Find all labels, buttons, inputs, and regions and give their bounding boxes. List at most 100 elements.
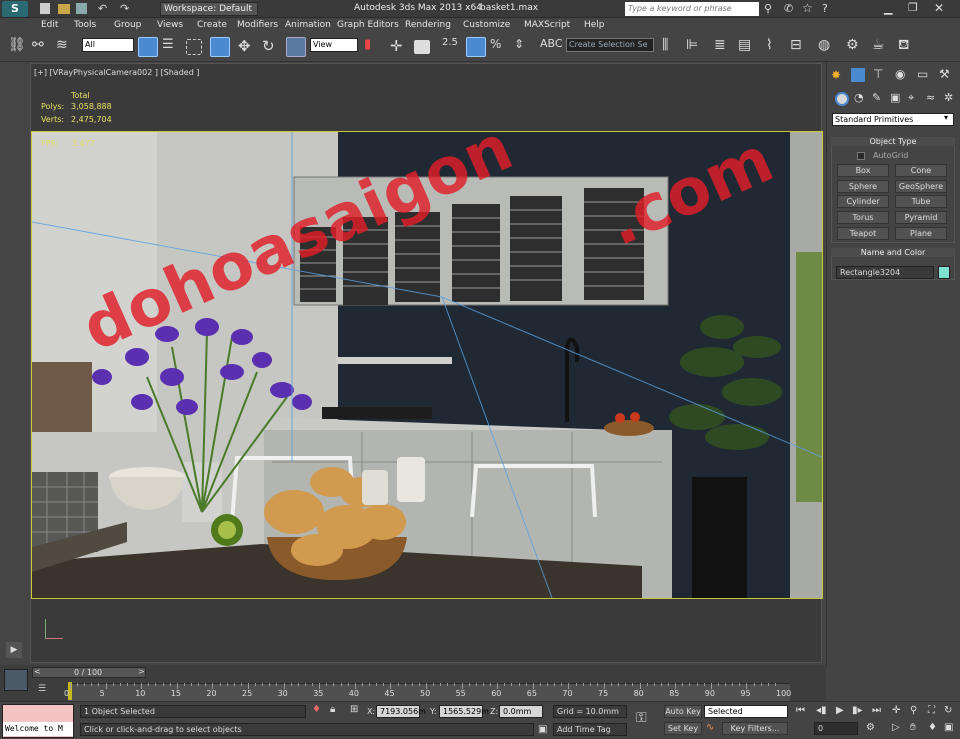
- geosphere-button[interactable]: GeoSphere: [895, 180, 947, 193]
- move-icon[interactable]: ✥: [238, 37, 258, 57]
- pyramid-button[interactable]: Pyramid: [895, 211, 947, 224]
- minimize-button[interactable]: ▁: [884, 2, 892, 15]
- select-object-icon[interactable]: [138, 37, 158, 57]
- play-expand-icon[interactable]: ▶: [6, 642, 22, 658]
- edit-named-selection-icon[interactable]: ABC: [540, 37, 563, 57]
- display-tab-icon[interactable]: ▭: [917, 67, 928, 81]
- add-time-tag-icon[interactable]: ▣: [538, 724, 547, 735]
- cameras-icon[interactable]: ▣: [890, 91, 900, 104]
- binoculars-icon[interactable]: ⚲: [764, 2, 772, 15]
- motion-tab-icon[interactable]: ◉: [895, 67, 905, 81]
- next-frame-icon[interactable]: ▮▸: [852, 705, 863, 716]
- favorites-icon[interactable]: ☆: [802, 1, 813, 15]
- communication-icon[interactable]: ✆: [784, 2, 793, 15]
- set-key-button[interactable]: Set Key: [664, 722, 702, 735]
- menu-views[interactable]: Views: [157, 20, 183, 30]
- tube-button[interactable]: Tube: [895, 195, 947, 208]
- primitive-type-dropdown[interactable]: Standard Primitives: [832, 113, 954, 126]
- torus-button[interactable]: Torus: [837, 211, 889, 224]
- render-setup-icon[interactable]: ⚙: [846, 37, 866, 57]
- z-coordinate-field[interactable]: 0.0mm: [499, 705, 543, 718]
- goto-start-icon[interactable]: ⏮: [796, 705, 805, 716]
- menu-tools[interactable]: Tools: [74, 20, 96, 30]
- helpers-icon[interactable]: ⌖: [908, 91, 914, 105]
- cone-button[interactable]: Cone: [895, 164, 947, 177]
- key-filters-button[interactable]: Key Filters...: [722, 722, 788, 735]
- link-icon[interactable]: ⛓: [8, 37, 28, 57]
- select-manipulate-icon[interactable]: ✛: [390, 37, 410, 57]
- percent-snap-icon[interactable]: %: [490, 37, 510, 57]
- prev-frame-icon[interactable]: ◂▮: [816, 705, 827, 716]
- shapes-icon[interactable]: ◔: [854, 91, 864, 104]
- teapot-button[interactable]: Teapot: [837, 227, 889, 240]
- fov-icon[interactable]: ▷: [892, 722, 900, 733]
- close-button[interactable]: ✕: [934, 1, 944, 15]
- workspace-dropdown[interactable]: Workspace: Default: [160, 2, 258, 16]
- rotate-icon[interactable]: ↻: [262, 37, 282, 57]
- menu-modifiers[interactable]: Modifiers: [237, 20, 278, 30]
- time-config-icon[interactable]: ⚙: [866, 722, 875, 733]
- cylinder-button[interactable]: Cylinder: [837, 195, 889, 208]
- reference-coord-dropdown[interactable]: View: [310, 38, 358, 52]
- redo-icon[interactable]: ↷: [120, 2, 129, 15]
- save-file-icon[interactable]: [76, 3, 87, 14]
- utilities-tab-icon[interactable]: ⚒: [939, 67, 950, 81]
- zoom-extents-icon[interactable]: ⛶: [928, 705, 935, 716]
- window-crossing-icon[interactable]: [210, 37, 230, 57]
- modify-tab-icon[interactable]: [851, 68, 865, 82]
- select-by-name-icon[interactable]: ☰: [162, 37, 182, 57]
- object-type-title[interactable]: Object Type: [831, 137, 955, 146]
- x-coordinate-field[interactable]: 7193.056m: [376, 705, 426, 718]
- material-editor-icon[interactable]: ◍: [818, 37, 838, 57]
- menu-help[interactable]: Help: [584, 20, 605, 30]
- menu-animation[interactable]: Animation: [285, 20, 331, 30]
- object-name-field[interactable]: Rectangle3204: [836, 266, 934, 279]
- viewport[interactable]: [+] [VRayPhysicalCamera002 ] [Shaded ] T…: [30, 63, 823, 663]
- key-icon[interactable]: ⚿: [636, 710, 647, 726]
- key-tangent-icon[interactable]: ∿: [706, 722, 714, 733]
- slider-next-icon[interactable]: >: [138, 667, 145, 676]
- autogrid-checkbox[interactable]: [857, 152, 865, 160]
- spinner-snap-icon[interactable]: ⇕: [514, 37, 534, 57]
- rendered-frame-icon[interactable]: ☕: [872, 37, 892, 57]
- restore-button[interactable]: ❐: [908, 1, 918, 14]
- help-icon[interactable]: ?: [822, 2, 828, 15]
- mini-curve-button[interactable]: [4, 669, 28, 691]
- layer-manager-icon[interactable]: ≣: [714, 37, 734, 57]
- rectangular-selection-icon[interactable]: [186, 39, 202, 55]
- goto-end-icon[interactable]: ⏭: [872, 705, 881, 716]
- isolate-selection-icon[interactable]: ♦: [312, 704, 321, 715]
- lights-icon[interactable]: ✎: [872, 91, 881, 104]
- unlink-icon[interactable]: ⚯: [32, 37, 52, 57]
- slider-prev-icon[interactable]: <: [34, 667, 41, 676]
- new-file-icon[interactable]: [40, 3, 50, 14]
- hand-pan-icon[interactable]: ✋︎: [910, 722, 916, 733]
- menu-edit[interactable]: Edit: [41, 20, 58, 30]
- snaps-toggle-icon[interactable]: 2.5: [442, 37, 462, 57]
- object-color-swatch[interactable]: [938, 266, 950, 279]
- y-coordinate-field[interactable]: 1565.529m: [439, 705, 489, 718]
- graphite-icon[interactable]: ▤: [738, 37, 758, 57]
- absolute-mode-icon[interactable]: ⊞: [350, 704, 358, 715]
- menu-rendering[interactable]: Rendering: [405, 20, 451, 30]
- named-selection-dropdown[interactable]: Create Selection Se: [566, 38, 654, 52]
- scale-icon[interactable]: [286, 37, 306, 57]
- angle-snap-icon[interactable]: [466, 37, 486, 57]
- menu-group[interactable]: Group: [114, 20, 141, 30]
- menu-customize[interactable]: Customize: [463, 20, 510, 30]
- schematic-view-icon[interactable]: ⊟: [790, 37, 810, 57]
- box-button[interactable]: Box: [837, 164, 889, 177]
- menu-maxscript[interactable]: MAXScript: [524, 20, 570, 30]
- pan-icon[interactable]: ✛: [892, 705, 900, 716]
- viewport-label[interactable]: [+] [VRayPhysicalCamera002 ] [Shaded ]: [34, 68, 199, 77]
- app-logo-icon[interactable]: S: [2, 1, 28, 17]
- walk-icon[interactable]: ♦: [928, 722, 937, 733]
- menu-create[interactable]: Create: [197, 20, 227, 30]
- systems-icon[interactable]: ✲: [944, 91, 953, 104]
- sphere-button[interactable]: Sphere: [837, 180, 889, 193]
- orbit-icon[interactable]: ↻: [944, 705, 952, 716]
- auto-key-button[interactable]: Auto Key: [664, 705, 702, 718]
- curve-editor-icon[interactable]: ⌇: [766, 37, 786, 57]
- hierarchy-tab-icon[interactable]: ⊤: [873, 67, 883, 81]
- zoom-icon[interactable]: ⚲: [910, 705, 917, 716]
